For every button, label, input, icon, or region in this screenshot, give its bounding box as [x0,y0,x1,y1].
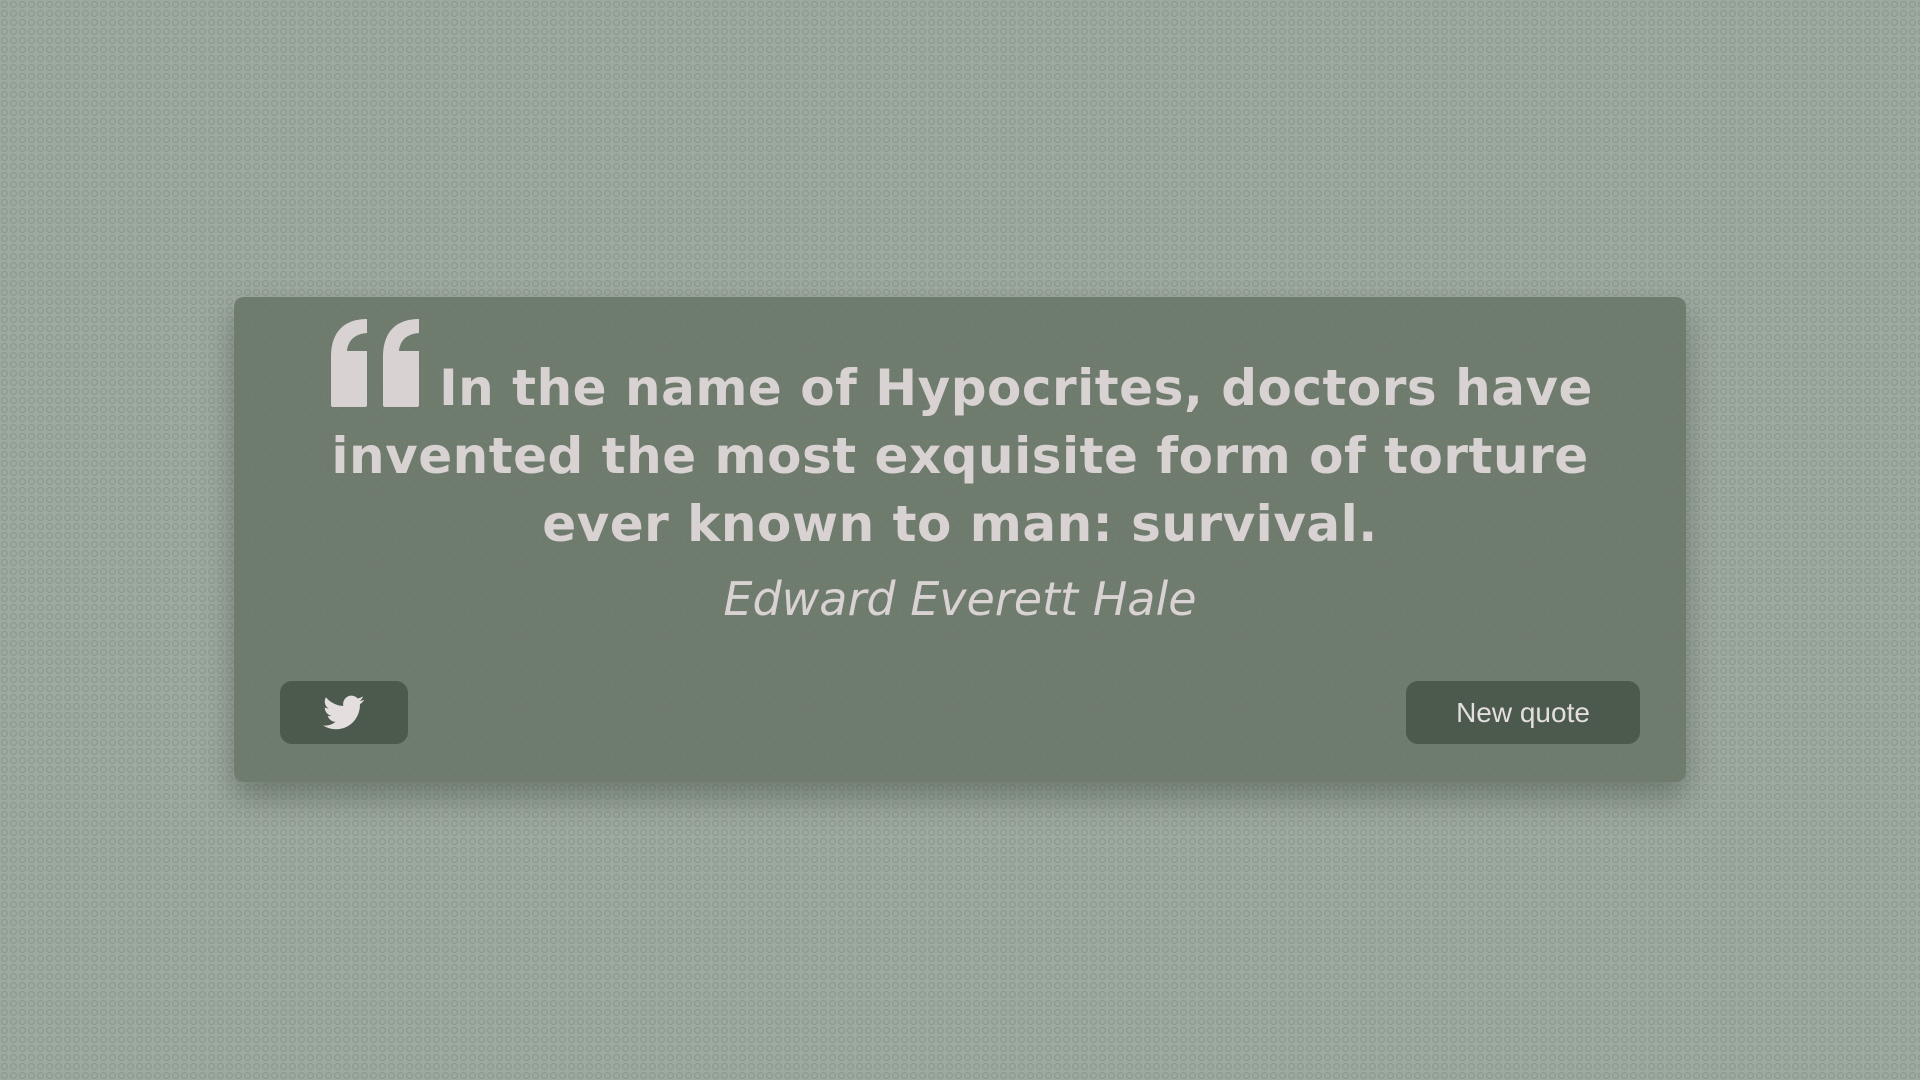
quote-author: Edward Everett Hale [723,572,1197,626]
twitter-icon [323,695,365,731]
quote-card: In the name of Hypocrites, doctors have … [234,297,1686,782]
quote-block: In the name of Hypocrites, doctors have … [294,317,1626,558]
tweet-button[interactable] [280,681,408,744]
quote-text: In the name of Hypocrites, doctors have … [331,359,1593,553]
quote-left-icon [327,317,427,409]
new-quote-button[interactable]: New quote [1406,681,1640,744]
